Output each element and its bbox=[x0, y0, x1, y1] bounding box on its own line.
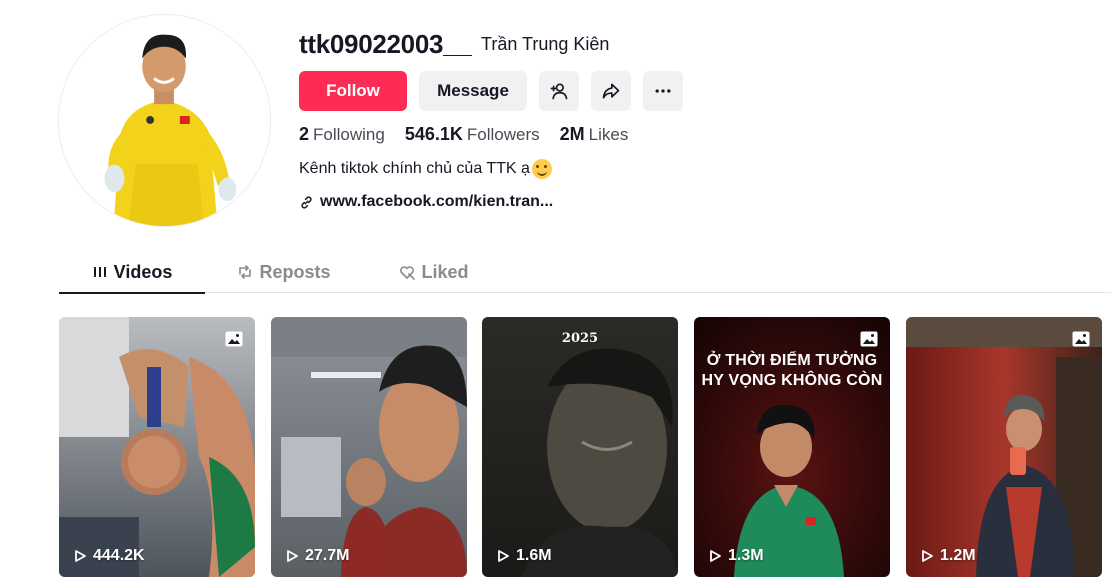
tab-liked-label: Liked bbox=[421, 261, 469, 282]
play-icon bbox=[922, 550, 933, 562]
more-options-button[interactable] bbox=[643, 71, 683, 111]
followers-label: Followers bbox=[466, 125, 540, 144]
video-card[interactable]: Ở THỜI ĐIỂM TƯỞNG HY VỌNG KHÔNG CÒN 1.3M bbox=[694, 317, 890, 577]
view-count: 27.7M bbox=[285, 547, 349, 565]
suggested-accounts-button[interactable] bbox=[539, 71, 579, 111]
likes-count: 2M bbox=[559, 124, 585, 144]
stat-following[interactable]: 2 Following bbox=[299, 124, 385, 145]
video-overlay-title: 2025 bbox=[561, 331, 599, 346]
view-count-text: 1.3M bbox=[728, 547, 764, 564]
view-count-text: 1.6M bbox=[516, 547, 552, 564]
link-icon bbox=[301, 195, 312, 209]
add-friend-icon bbox=[550, 83, 568, 100]
profile-nickname: Trần Trung Kiên bbox=[481, 34, 610, 54]
video-card[interactable]: 27.7M bbox=[271, 317, 467, 577]
video-overlay-line-2: HY VỌNG KHÔNG CÒN bbox=[701, 372, 883, 389]
follow-button[interactable]: Follow bbox=[299, 71, 407, 111]
view-count: 1.2M bbox=[920, 547, 976, 565]
following-label: Following bbox=[313, 125, 385, 144]
stat-followers[interactable]: 546.1K Followers bbox=[405, 124, 540, 145]
more-icon bbox=[655, 89, 671, 93]
active-tab-indicator bbox=[59, 292, 205, 294]
followers-count: 546.1K bbox=[404, 124, 463, 144]
play-icon bbox=[75, 550, 86, 562]
profile-avatar[interactable] bbox=[58, 14, 271, 227]
smiling-face-icon bbox=[531, 159, 552, 179]
tab-videos[interactable]: Videos bbox=[59, 252, 205, 294]
tab-videos-label: Videos bbox=[113, 261, 173, 282]
view-count-text: 27.7M bbox=[305, 547, 350, 564]
bio-text: Kênh tiktok chính chủ của TTK ạ bbox=[299, 160, 530, 177]
link-text: www.facebook.com/kien.tran... bbox=[320, 193, 554, 210]
tab-reposts[interactable]: Reposts bbox=[219, 252, 349, 292]
share-icon bbox=[602, 83, 620, 99]
play-icon bbox=[710, 550, 721, 562]
profile-stats: 2 Following 546.1K Followers 2M Likes bbox=[299, 124, 628, 145]
likes-label: Likes bbox=[588, 125, 629, 144]
profile-link[interactable]: www.facebook.com/kien.tran... bbox=[299, 193, 553, 211]
photo-icon bbox=[1072, 331, 1090, 347]
profile-username: ttk09022003__ bbox=[299, 29, 472, 59]
repost-icon bbox=[239, 265, 252, 279]
videos-grid-icon bbox=[93, 267, 106, 277]
video-card[interactable]: 1.2M bbox=[906, 317, 1102, 577]
video-overlay-line-1: Ở THỜI ĐIỂM TƯỞNG bbox=[706, 352, 878, 369]
video-card[interactable]: 444.2K bbox=[59, 317, 255, 577]
video-thumbnail bbox=[482, 317, 678, 577]
photo-icon bbox=[860, 331, 878, 347]
share-button[interactable] bbox=[591, 71, 631, 111]
photo-icon bbox=[225, 331, 243, 347]
message-button[interactable]: Message bbox=[419, 71, 527, 111]
profile-tabs: Videos Reposts Liked bbox=[59, 252, 1111, 294]
liked-hidden-icon bbox=[400, 266, 416, 280]
profile-bio: Kênh tiktok chính chủ của TTK ạ bbox=[299, 159, 552, 179]
video-thumbnail bbox=[59, 317, 255, 577]
tab-reposts-label: Reposts bbox=[259, 261, 331, 282]
view-count: 1.3M bbox=[708, 547, 764, 565]
play-icon bbox=[498, 550, 509, 562]
tab-liked[interactable]: Liked bbox=[379, 252, 489, 292]
play-icon bbox=[287, 550, 298, 562]
video-thumbnail bbox=[906, 317, 1102, 577]
video-card[interactable]: 2025 1.6M bbox=[482, 317, 678, 577]
view-count: 444.2K bbox=[73, 547, 145, 565]
following-count: 2 bbox=[299, 124, 310, 144]
view-count-text: 1.2M bbox=[940, 547, 976, 564]
video-thumbnail bbox=[271, 317, 467, 577]
view-count-text: 444.2K bbox=[93, 547, 145, 564]
stat-likes: 2M Likes bbox=[560, 124, 629, 145]
avatar-image bbox=[59, 15, 270, 226]
view-count: 1.6M bbox=[496, 547, 552, 565]
